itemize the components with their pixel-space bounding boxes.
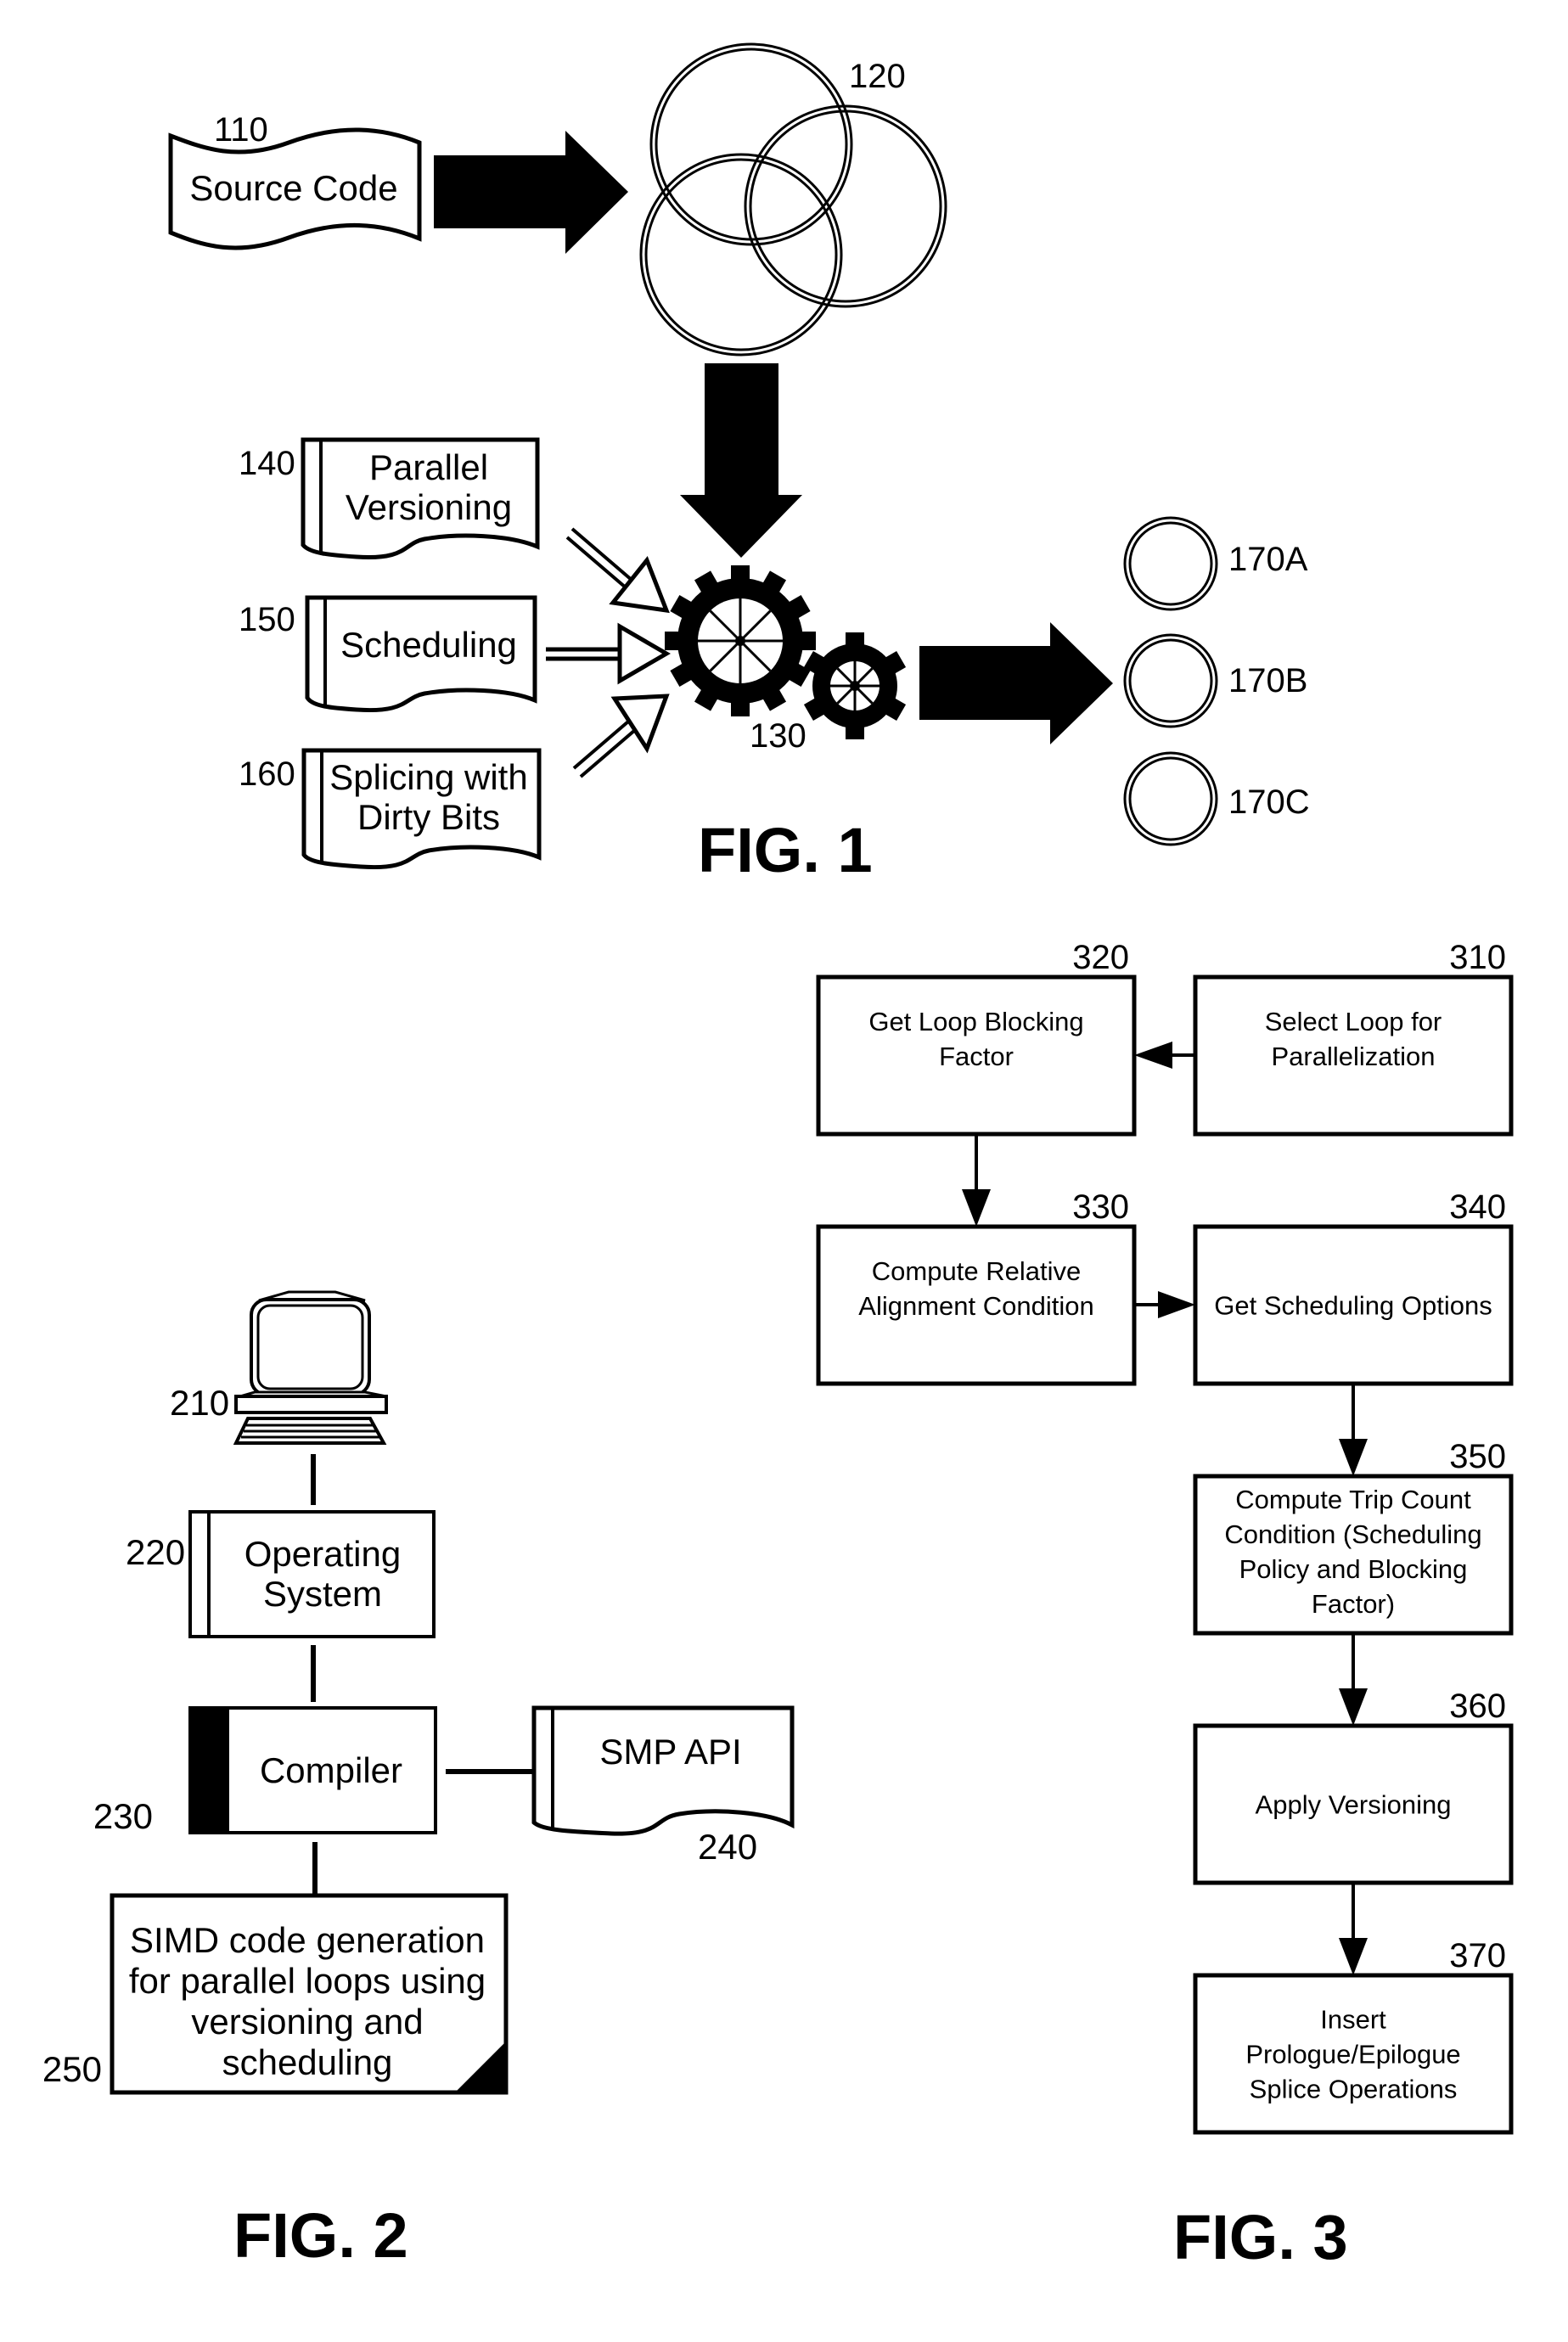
input-label-line: Scheduling	[340, 625, 517, 665]
compiler-gears: 130	[665, 565, 907, 755]
os-label-line: Operating	[244, 1534, 401, 1574]
os-label-line: System	[263, 1574, 382, 1614]
step-label-line: Apply Versioning	[1256, 1790, 1452, 1820]
step-ref: 330	[1072, 1188, 1129, 1226]
arrowhead-down-icon	[962, 1189, 991, 1227]
figure-2-caption: FIG. 2	[233, 2200, 408, 2271]
ref-230: 230	[93, 1796, 153, 1836]
input-document-140: 140 Parallel Versioning	[239, 437, 540, 560]
ref-160: 160	[239, 755, 295, 793]
open-arrow-160-icon	[572, 694, 670, 778]
arrow-down-icon	[680, 363, 802, 558]
output-ring-icon	[1123, 633, 1218, 728]
simd-label-line: SIMD code generation	[130, 1920, 485, 1960]
input-label-line: Versioning	[346, 487, 512, 527]
ref-170c: 170C	[1228, 783, 1310, 821]
step-label-line: Compute Trip Count	[1235, 1485, 1471, 1514]
input-document-150: 150 Scheduling	[239, 595, 537, 713]
input-label-line: Parallel	[369, 447, 488, 487]
computer: 210	[170, 1290, 388, 1445]
flowchart-step-340: 340 Get Scheduling Options	[1193, 1188, 1514, 1386]
simd-label-line: scheduling	[222, 2042, 393, 2082]
arrowhead-down-icon	[1339, 1439, 1368, 1476]
ref-110: 110	[214, 111, 268, 149]
arrow-right-icon	[919, 622, 1113, 744]
open-arrow-140-icon	[565, 527, 670, 614]
output-170b: 170B	[1123, 633, 1307, 728]
desktop-computer-icon	[233, 1290, 388, 1445]
figure-3: 310 Select Loop for Parallelization 320 Get …	[816, 939, 1514, 2272]
step-label-line: Factor)	[1312, 1589, 1395, 1619]
flowchart-step-320: 320 Get Loop Blocking Factor	[816, 939, 1137, 1137]
step-label-line: Compute Relative	[872, 1256, 1081, 1286]
ref-240: 240	[698, 1827, 757, 1867]
figure-1-caption: FIG. 1	[698, 815, 873, 885]
arrowhead-down-icon	[1339, 1688, 1368, 1726]
ref-210: 210	[170, 1383, 229, 1423]
ref-120: 120	[849, 58, 906, 95]
output-ring-icon	[1123, 751, 1218, 846]
step-ref: 350	[1449, 1438, 1506, 1475]
ref-140: 140	[239, 445, 295, 482]
figure-3-caption: FIG. 3	[1173, 2202, 1348, 2272]
step-label-line: Get Scheduling Options	[1214, 1291, 1492, 1321]
ref-170a: 170A	[1228, 541, 1308, 578]
step-label-line: Select Loop for	[1265, 1007, 1442, 1036]
input-document-160: 160 Splicing with Dirty Bits	[239, 748, 542, 870]
step-label-line: Factor	[939, 1042, 1014, 1071]
figure-2: 210 220 Operating System 230 Compiler SM…	[42, 1290, 795, 2271]
gear-icon	[665, 565, 816, 716]
arrowhead-left-icon	[1134, 1042, 1172, 1069]
source-code-document: 110 Source Code	[168, 111, 422, 250]
step-label-line: Parallelization	[1272, 1042, 1436, 1071]
code-rings: 120	[639, 42, 947, 357]
output-ring-icon	[1123, 516, 1218, 611]
step-ref: 360	[1449, 1688, 1506, 1725]
figure-1: 110 Source Code 120 140 Parallel Version…	[168, 42, 1310, 885]
step-label-line: Insert	[1320, 2005, 1386, 2035]
step-label-line: Policy and Blocking	[1239, 1554, 1468, 1584]
source-code-label: Source Code	[189, 168, 397, 208]
ref-170b: 170B	[1228, 662, 1307, 699]
step-label-line: Splice Operations	[1250, 2075, 1458, 2104]
input-label-line: Splicing with	[329, 757, 527, 797]
arrowhead-down-icon	[1339, 1938, 1368, 1975]
arrow-right-icon	[434, 131, 628, 254]
step-ref: 340	[1449, 1188, 1506, 1226]
step-ref: 370	[1449, 1937, 1506, 1974]
input-label-line: Dirty Bits	[357, 797, 500, 837]
flowchart-steps: 310 Select Loop for Parallelization 320 Get …	[816, 939, 1514, 2135]
output-170c: 170C	[1123, 751, 1310, 846]
flowchart-step-310: 310 Select Loop for Parallelization	[1193, 939, 1514, 1137]
compiler-label: Compiler	[260, 1750, 402, 1790]
patent-drawing-sheet: 110 Source Code 120 140 Parallel Version…	[42, 42, 1514, 2272]
arrowhead-right-icon	[1158, 1291, 1195, 1318]
operating-system-box: 220 Operating System	[126, 1510, 436, 1638]
open-arrow-150-icon	[546, 622, 671, 685]
compiler-box: 230 Compiler	[93, 1706, 437, 1836]
ref-130: 130	[750, 717, 806, 755]
ref-220: 220	[126, 1532, 185, 1572]
step-ref: 320	[1072, 939, 1129, 976]
gear-icon	[803, 632, 907, 739]
ref-150: 150	[239, 601, 295, 638]
smp-api-document: SMP API 240	[531, 1705, 795, 1867]
smp-api-label: SMP API	[599, 1732, 741, 1772]
step-label-line: Prologue/Epilogue	[1245, 2040, 1460, 2070]
simd-codegen-box: 250 SIMD code generation for parallel lo…	[42, 1893, 509, 2095]
ref-250: 250	[42, 2049, 102, 2089]
simd-label-line: for parallel loops using	[129, 1961, 486, 2001]
step-ref: 310	[1449, 939, 1506, 976]
output-170a: 170A	[1123, 516, 1308, 611]
step-label-line: Get Loop Blocking	[868, 1007, 1083, 1036]
simd-label-line: versioning and	[191, 2002, 423, 2042]
step-label-line: Condition (Scheduling	[1224, 1519, 1481, 1549]
step-label-line: Alignment Condition	[858, 1291, 1093, 1321]
